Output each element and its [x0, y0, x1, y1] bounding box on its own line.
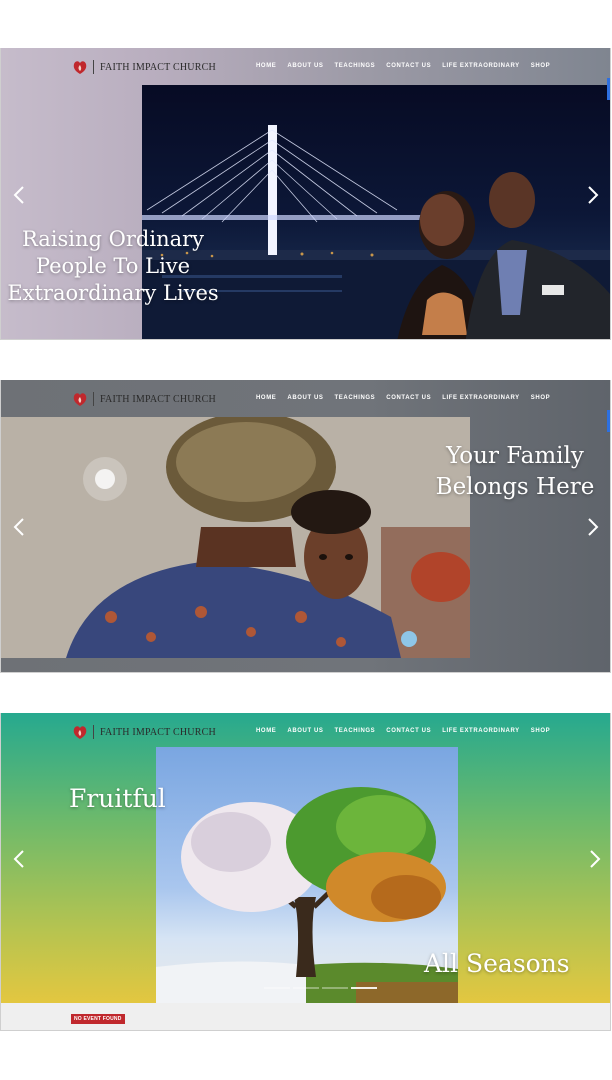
prev-slide-button[interactable] [11, 183, 27, 207]
headline-line: Raising Ordinary [21, 227, 205, 251]
nav-about-us[interactable]: ABOUT US [287, 63, 323, 69]
chevron-right-icon [588, 518, 599, 536]
logo-divider [93, 392, 94, 406]
nav-contact-us[interactable]: CONTACT US [386, 63, 431, 69]
nav-shop[interactable]: SHOP [531, 728, 550, 734]
nav-about-us[interactable]: ABOUT US [287, 728, 323, 734]
nav-teachings[interactable]: TEACHINGS [335, 395, 376, 401]
hero-slide-3: FAITH IMPACT CHURCH HOME ABOUT US TEACHI… [0, 713, 611, 1031]
main-nav: HOME ABOUT US TEACHINGS CONTACT US LIFE … [256, 728, 550, 734]
flame-heart-icon [73, 61, 87, 74]
logo-divider [93, 60, 94, 74]
mother-child-photo [1, 417, 470, 658]
no-event-badge: NO EVENT FOUND [71, 1014, 125, 1024]
nav-life-extraordinary[interactable]: LIFE EXTRAORDINARY [442, 728, 520, 734]
logo-text: FAITH IMPACT CHURCH [100, 393, 216, 405]
slide-indicator[interactable] [264, 987, 290, 989]
prev-slide-button[interactable] [11, 847, 27, 871]
next-slide-button[interactable] [585, 183, 601, 207]
nav-shop[interactable]: SHOP [531, 395, 550, 401]
site-logo[interactable]: FAITH IMPACT CHURCH [73, 724, 216, 740]
chevron-left-icon [13, 186, 24, 204]
headline-line: Extraordinary Lives [7, 281, 219, 305]
nav-life-extraordinary[interactable]: LIFE EXTRAORDINARY [442, 63, 520, 69]
slide-indicator[interactable] [293, 987, 319, 989]
slide-indicator[interactable] [351, 987, 377, 989]
nav-home[interactable]: HOME [256, 728, 276, 734]
nav-about-us[interactable]: ABOUT US [287, 395, 323, 401]
nav-teachings[interactable]: TEACHINGS [335, 63, 376, 69]
slide-headline: Raising Ordinary People To Live Extraord… [5, 226, 221, 307]
site-header: FAITH IMPACT CHURCH HOME ABOUT US TEACHI… [1, 48, 610, 86]
slide-headline-bottom: All Seasons [424, 949, 570, 978]
headline-line: People To Live [35, 254, 191, 278]
site-header: FAITH IMPACT CHURCH HOME ABOUT US TEACHI… [1, 380, 610, 418]
slide-headline-top: Fruitful [69, 784, 166, 813]
nav-teachings[interactable]: TEACHINGS [335, 728, 376, 734]
logo-text: FAITH IMPACT CHURCH [100, 61, 216, 73]
prev-slide-button[interactable] [11, 515, 27, 539]
headline-line: Belongs Here [435, 474, 595, 500]
nav-shop[interactable]: SHOP [531, 63, 550, 69]
site-logo[interactable]: FAITH IMPACT CHURCH [73, 59, 216, 75]
slide-indicator[interactable] [322, 987, 348, 989]
next-slide-button[interactable] [585, 515, 601, 539]
nav-life-extraordinary[interactable]: LIFE EXTRAORDINARY [442, 395, 520, 401]
main-nav: HOME ABOUT US TEACHINGS CONTACT US LIFE … [256, 395, 550, 401]
next-slide-button[interactable] [587, 847, 603, 871]
main-nav: HOME ABOUT US TEACHINGS CONTACT US LIFE … [256, 63, 550, 69]
chevron-right-icon [588, 186, 599, 204]
nav-home[interactable]: HOME [256, 63, 276, 69]
site-logo[interactable]: FAITH IMPACT CHURCH [73, 391, 216, 407]
side-tab[interactable] [607, 410, 610, 432]
nav-home[interactable]: HOME [256, 395, 276, 401]
chevron-right-icon [590, 850, 601, 868]
events-bar: NO EVENT FOUND [1, 1003, 610, 1030]
flame-heart-icon [73, 726, 87, 739]
hero-slide-2: FAITH IMPACT CHURCH HOME ABOUT US TEACHI… [0, 380, 611, 673]
headline-line: Your Family [446, 443, 584, 469]
slide-headline: Your Family Belongs Here [429, 441, 601, 503]
chevron-left-icon [13, 518, 24, 536]
flame-heart-icon [73, 393, 87, 406]
hero-slide-1: FAITH IMPACT CHURCH HOME ABOUT US TEACHI… [0, 48, 611, 340]
logo-text: FAITH IMPACT CHURCH [100, 726, 216, 738]
site-header: FAITH IMPACT CHURCH HOME ABOUT US TEACHI… [1, 713, 610, 751]
side-tab[interactable] [607, 78, 610, 100]
four-seasons-tree-photo [156, 747, 458, 1003]
nav-contact-us[interactable]: CONTACT US [386, 395, 431, 401]
chevron-left-icon [13, 850, 24, 868]
logo-divider [93, 725, 94, 739]
nav-contact-us[interactable]: CONTACT US [386, 728, 431, 734]
